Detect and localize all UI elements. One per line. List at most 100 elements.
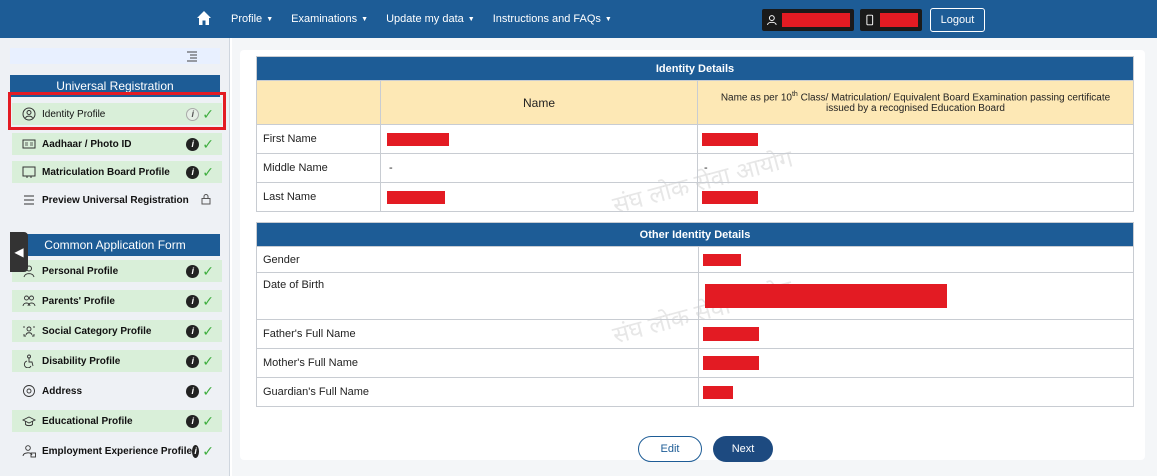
menu-collapse-icon	[187, 51, 197, 62]
sidebar-item-label: Educational Profile	[42, 415, 133, 427]
redacted-value	[705, 284, 947, 308]
sidebar-item-employment[interactable]: Employment Experience Profile i ✓	[12, 440, 222, 462]
check-icon: ✓	[202, 163, 214, 180]
gender-value	[698, 246, 1134, 273]
redacted-value	[387, 190, 445, 204]
check-icon: ✓	[202, 442, 214, 459]
info-icon[interactable]: i	[186, 354, 200, 368]
logout-button[interactable]: Logout	[930, 8, 985, 32]
redacted-value	[387, 132, 449, 146]
redacted-value	[703, 327, 759, 341]
last-name-cert-value	[697, 182, 1134, 212]
table-row: Date of Birth	[256, 272, 1134, 320]
row-label: Date of Birth	[256, 272, 699, 320]
chevron-down-icon: ▼	[604, 15, 612, 23]
info-icon[interactable]: i	[192, 444, 200, 458]
check-icon: ✓	[202, 292, 214, 309]
info-icon[interactable]: i	[186, 294, 200, 308]
sidebar-item-educational[interactable]: Educational Profile i ✓	[12, 410, 222, 432]
info-icon[interactable]: i	[186, 384, 200, 398]
sidebar-item-label: Employment Experience Profile	[42, 445, 193, 457]
certificate-icon	[22, 165, 36, 179]
table-row: Gender	[256, 246, 1134, 273]
phone-icon	[866, 14, 874, 26]
redacted-value	[703, 356, 759, 370]
lock-icon	[200, 193, 212, 208]
info-icon[interactable]: i	[186, 165, 200, 179]
other-identity-details-table: Other Identity Details Gender Date of Bi…	[256, 222, 1134, 407]
check-icon: ✓	[202, 262, 214, 279]
sidebar-item-address[interactable]: Address i ✓	[12, 380, 222, 402]
last-name-value	[380, 182, 698, 212]
redacted-value	[702, 132, 758, 146]
sidebar-item-label: Disability Profile	[42, 355, 121, 367]
first-name-cert-value	[697, 124, 1134, 154]
sidebar-item-label: Address	[42, 385, 83, 397]
nav-profile[interactable]: Profile ▼	[222, 13, 282, 25]
caret-left-icon: ◀	[14, 245, 24, 259]
check-icon: ✓	[202, 352, 214, 369]
chevron-down-icon: ▼	[361, 15, 369, 23]
nav-instructions-faqs[interactable]: Instructions and FAQs ▼	[484, 13, 621, 25]
middle-name-value: -	[380, 153, 698, 183]
cert-header-post: Class/ Matriculation/ Equivalent Board E…	[797, 92, 1111, 115]
father-name-value	[698, 319, 1134, 349]
table-row: Middle Name - -	[256, 153, 1134, 183]
parents-icon	[22, 294, 36, 308]
sidebar-item-label: Parents' Profile	[42, 295, 115, 307]
certificate-name-column-header: Name as per 10th Class/ Matriculation/ E…	[697, 80, 1134, 125]
sidebar-item-aadhaar[interactable]: Aadhaar / Photo ID i ✓	[12, 133, 222, 155]
nav-update-label: Update my data	[386, 13, 464, 25]
user-icon	[766, 15, 777, 26]
redacted-value	[703, 253, 741, 266]
sidebar-item-matriculation[interactable]: Matriculation Board Profile i ✓	[12, 161, 222, 183]
sidebar-item-personal-profile[interactable]: Personal Profile i ✓	[12, 260, 222, 282]
sidebar-item-social-category[interactable]: Social Category Profile i ✓	[12, 320, 222, 342]
other-identity-heading: Other Identity Details	[256, 222, 1134, 247]
main-menu: Profile ▼ Examinations ▼ Update my data ▼ I…	[222, 0, 621, 38]
name-column-header: Name	[380, 80, 698, 125]
row-label: Mother's Full Name	[256, 348, 699, 378]
edit-button[interactable]: Edit	[638, 436, 702, 462]
sidebar-item-preview[interactable]: Preview Universal Registration	[12, 189, 222, 211]
top-navigation-bar: Profile ▼ Examinations ▼ Update my data ▼ I…	[0, 0, 1157, 38]
info-icon[interactable]: i	[186, 137, 200, 151]
first-name-value	[380, 124, 698, 154]
employee-icon	[22, 444, 36, 458]
sidebar-item-label: Aadhaar / Photo ID	[42, 138, 132, 150]
collapse-sidebar-button[interactable]: ◀	[10, 232, 28, 272]
id-card-icon	[22, 137, 36, 151]
nav-update-my-data[interactable]: Update my data ▼	[377, 13, 484, 25]
sidebar-toggle[interactable]	[10, 48, 220, 64]
next-button[interactable]: Next	[713, 436, 773, 462]
user-phone-box	[860, 9, 922, 31]
sidebar-item-label: Social Category Profile	[42, 325, 152, 337]
sidebar: Universal Registration Identity Profile …	[0, 38, 230, 476]
row-label: Father's Full Name	[256, 319, 699, 349]
nav-examinations-label: Examinations	[291, 13, 358, 25]
selected-item-highlight	[8, 92, 226, 130]
table-row: Last Name	[256, 182, 1134, 212]
cert-header-pre: Name as per 10	[720, 92, 792, 104]
sidebar-item-label: Preview Universal Registration	[42, 194, 189, 206]
info-icon[interactable]: i	[186, 264, 200, 278]
identity-details-heading: Identity Details	[256, 56, 1134, 81]
table-row: First Name	[256, 124, 1134, 154]
info-icon[interactable]: i	[186, 414, 200, 428]
check-icon: ✓	[202, 412, 214, 429]
table-row: Mother's Full Name	[256, 348, 1134, 378]
profile-card: संघ लोक सेवा आयोग संघ लोक सेवा आयोग Iden…	[240, 50, 1145, 462]
common-application-form-heading: Common Application Form	[10, 234, 220, 256]
nav-examinations[interactable]: Examinations ▼	[282, 13, 377, 25]
home-icon[interactable]	[196, 10, 212, 26]
group-icon	[22, 324, 36, 338]
info-icon[interactable]: i	[186, 324, 200, 338]
sidebar-item-disability[interactable]: Disability Profile i ✓	[12, 350, 222, 372]
table-row: Guardian's Full Name	[256, 377, 1134, 407]
graduation-cap-icon	[22, 414, 36, 428]
sidebar-item-parents-profile[interactable]: Parents' Profile i ✓	[12, 290, 222, 312]
list-icon	[22, 193, 36, 207]
sidebar-item-label: Matriculation Board Profile	[42, 166, 170, 178]
table-row: Father's Full Name	[256, 319, 1134, 349]
main-content: संघ लोक सेवा आयोग संघ लोक सेवा आयोग Iden…	[232, 38, 1157, 476]
